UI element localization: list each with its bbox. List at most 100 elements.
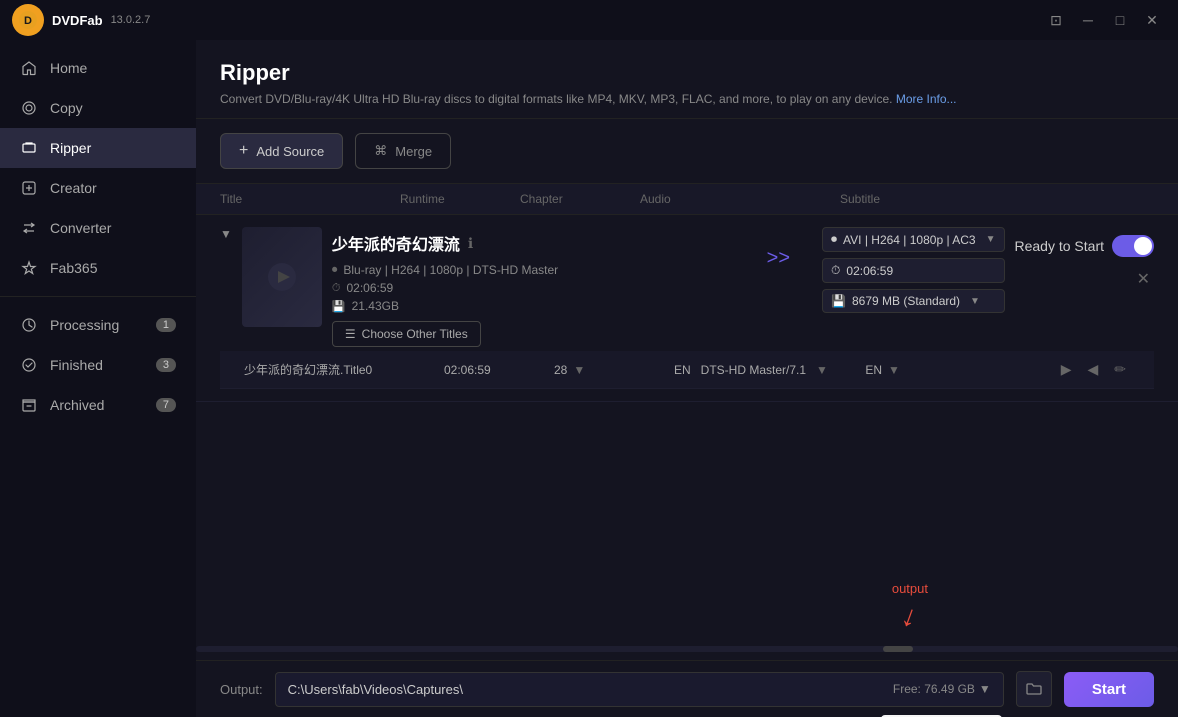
ready-toggle[interactable] [1112, 235, 1154, 257]
fullscreen-button[interactable]: ─ [1074, 6, 1102, 34]
next-button[interactable]: ✏ [1110, 359, 1130, 380]
ready-label: Ready to Start [1015, 238, 1105, 254]
source-meta: ⏺ Blu-ray | H264 | 1080p | DTS-HD Master… [332, 263, 735, 313]
free-space-arrow: ▼ [979, 682, 991, 696]
sidebar: Home Copy Ripper Creator Converter [0, 40, 196, 717]
source-close-button[interactable]: ✕ [1133, 265, 1154, 293]
chapter-dropdown-icon: ▼ [573, 363, 585, 377]
page-header: Ripper Convert DVD/Blu-ray/4K Ultra HD B… [196, 40, 1178, 119]
expand-button[interactable]: ▼ [220, 227, 232, 241]
app-version: 13.0.2.7 [111, 14, 151, 26]
finished-icon [20, 356, 38, 374]
copy-icon [20, 99, 38, 117]
sidebar-item-home[interactable]: Home [0, 48, 196, 88]
source-format: Blu-ray | H264 | 1080p | DTS-HD Master [343, 263, 558, 277]
home-icon [20, 59, 38, 77]
clock-icon: ⏱ [332, 282, 341, 295]
output-label: Output: [220, 682, 263, 697]
sidebar-item-finished[interactable]: Finished 3 [0, 345, 196, 385]
output-path-text: C:\Users\fab\Videos\Captures\ [288, 682, 463, 697]
free-space-indicator: Free: 76.49 GB ▼ [893, 682, 991, 696]
sidebar-divider [0, 296, 196, 305]
storage-out-icon: 💾 [831, 294, 846, 308]
content-area: Ripper Convert DVD/Blu-ray/4K Ultra HD B… [196, 40, 1178, 717]
title-subtitle: EN ▼ [865, 363, 1056, 377]
output-annotation: output ↓ [892, 581, 928, 634]
clock-out-icon: ⏱ [831, 263, 840, 278]
audio-lang: EN [674, 363, 691, 377]
sidebar-item-label: Processing [50, 317, 119, 333]
sidebar-item-processing[interactable]: Processing 1 [0, 305, 196, 345]
output-format-select[interactable]: ⏺ AVI | H264 | 1080p | AC3 ▼ [822, 227, 1004, 252]
maximize-button[interactable]: □ [1106, 6, 1134, 34]
sidebar-item-ripper[interactable]: Ripper [0, 128, 196, 168]
title-name: 少年派的奇幻漂流.Title0 [244, 361, 444, 378]
table-row: 少年派的奇幻漂流.Title0 02:06:59 28 ▼ EN DTS-HD … [220, 351, 1154, 389]
page-description: Convert DVD/Blu-ray/4K Ultra HD Blu-ray … [220, 92, 1154, 106]
horizontal-scrollbar[interactable] [196, 646, 1178, 652]
merge-label: Merge [395, 144, 432, 159]
scrollbar-thumb[interactable] [883, 646, 913, 652]
toggle-knob [1134, 237, 1152, 255]
close-button[interactable]: ✕ [1138, 6, 1166, 34]
disc-icon: ⏺ [332, 264, 338, 277]
start-button[interactable]: Start [1064, 672, 1154, 707]
play-button[interactable]: ▶ [1057, 359, 1076, 380]
disc-out-icon: ⏺ [831, 232, 837, 247]
output-duration-row: ⏱ 02:06:59 [822, 258, 1004, 283]
add-source-button[interactable]: + Add Source [220, 133, 343, 169]
app-name: DVDFab [52, 13, 103, 28]
size-dropdown-arrow-icon: ▼ [970, 296, 980, 307]
source-info: 少年派的奇幻漂流 ℹ ⏺ Blu-ray | H264 | 1080p | DT… [332, 227, 735, 351]
sidebar-item-converter[interactable]: Converter [0, 208, 196, 248]
convert-arrow-icon: >> [755, 247, 802, 270]
titlebar-controls: ⊡ ─ □ ✕ [1042, 6, 1166, 34]
info-icon[interactable]: ℹ [468, 235, 473, 252]
finished-badge: 3 [156, 358, 176, 372]
source-format-row: ⏺ Blu-ray | H264 | 1080p | DTS-HD Master [332, 263, 735, 277]
output-duration: 02:06:59 [846, 264, 893, 278]
ready-status-row: Ready to Start [1015, 235, 1155, 257]
app-logo: D [12, 4, 44, 36]
output-row: Output: C:\Users\fab\Videos\Captures\ Fr… [220, 671, 1154, 707]
converter-icon [20, 219, 38, 237]
subtitle-lang: EN [865, 363, 882, 377]
more-info-link[interactable]: More Info... [896, 92, 957, 106]
col-header-title: Title [220, 192, 400, 206]
output-size-select[interactable]: 💾 8679 MB (Standard) ▼ [822, 289, 1004, 313]
audio-format: DTS-HD Master/7.1 [701, 363, 806, 377]
source-list: ▼ 少年派的奇幻漂流 ℹ ⏺ [196, 215, 1178, 638]
minimize-button[interactable]: ⊡ [1042, 6, 1070, 34]
output-format-label: AVI | H264 | 1080p | AC3 [843, 233, 976, 247]
main-layout: Home Copy Ripper Creator Converter [0, 40, 1178, 717]
source-size: 21.43GB [352, 299, 399, 313]
sidebar-item-fab365[interactable]: Fab365 [0, 248, 196, 288]
sidebar-item-copy[interactable]: Copy [0, 88, 196, 128]
choose-titles-label: Choose Other Titles [362, 327, 468, 341]
page-title: Ripper [220, 60, 1154, 86]
source-name: 少年派的奇幻漂流 [332, 231, 460, 255]
title-chapter: 28 ▼ [554, 363, 674, 377]
free-space-text: Free: 76.49 GB [893, 682, 975, 696]
audio-dropdown-icon: ▼ [816, 363, 828, 377]
output-format-panel: ⏺ AVI | H264 | 1080p | AC3 ▼ ⏱ 02:06:59 … [822, 227, 1004, 313]
output-section: output ↓ Output: C:\Users\fab\Videos\Cap… [196, 660, 1178, 717]
add-source-label: Add Source [256, 144, 324, 159]
col-header-runtime: Runtime [400, 192, 520, 206]
prev-button[interactable]: ◀ [1084, 359, 1103, 380]
folder-btn-container: Save as movie folder. [1016, 671, 1052, 707]
source-duration: 02:06:59 [346, 281, 393, 295]
browse-folder-button[interactable] [1016, 671, 1052, 707]
convert-arrow-container: >> [745, 227, 812, 290]
archived-icon [20, 396, 38, 414]
sidebar-item-archived[interactable]: Archived 7 [0, 385, 196, 425]
choose-titles-button[interactable]: ☰ Choose Other Titles [332, 321, 481, 347]
titlebar: D DVDFab 13.0.2.7 ⊡ ─ □ ✕ [0, 0, 1178, 40]
sidebar-item-creator[interactable]: Creator [0, 168, 196, 208]
fab365-icon [20, 259, 38, 277]
source-title-row: 少年派的奇幻漂流 ℹ [332, 231, 735, 255]
storage-icon: 💾 [332, 300, 346, 313]
toolbar: + Add Source ⌘ Merge [196, 119, 1178, 184]
archived-badge: 7 [156, 398, 176, 412]
merge-button[interactable]: ⌘ Merge [355, 133, 451, 169]
